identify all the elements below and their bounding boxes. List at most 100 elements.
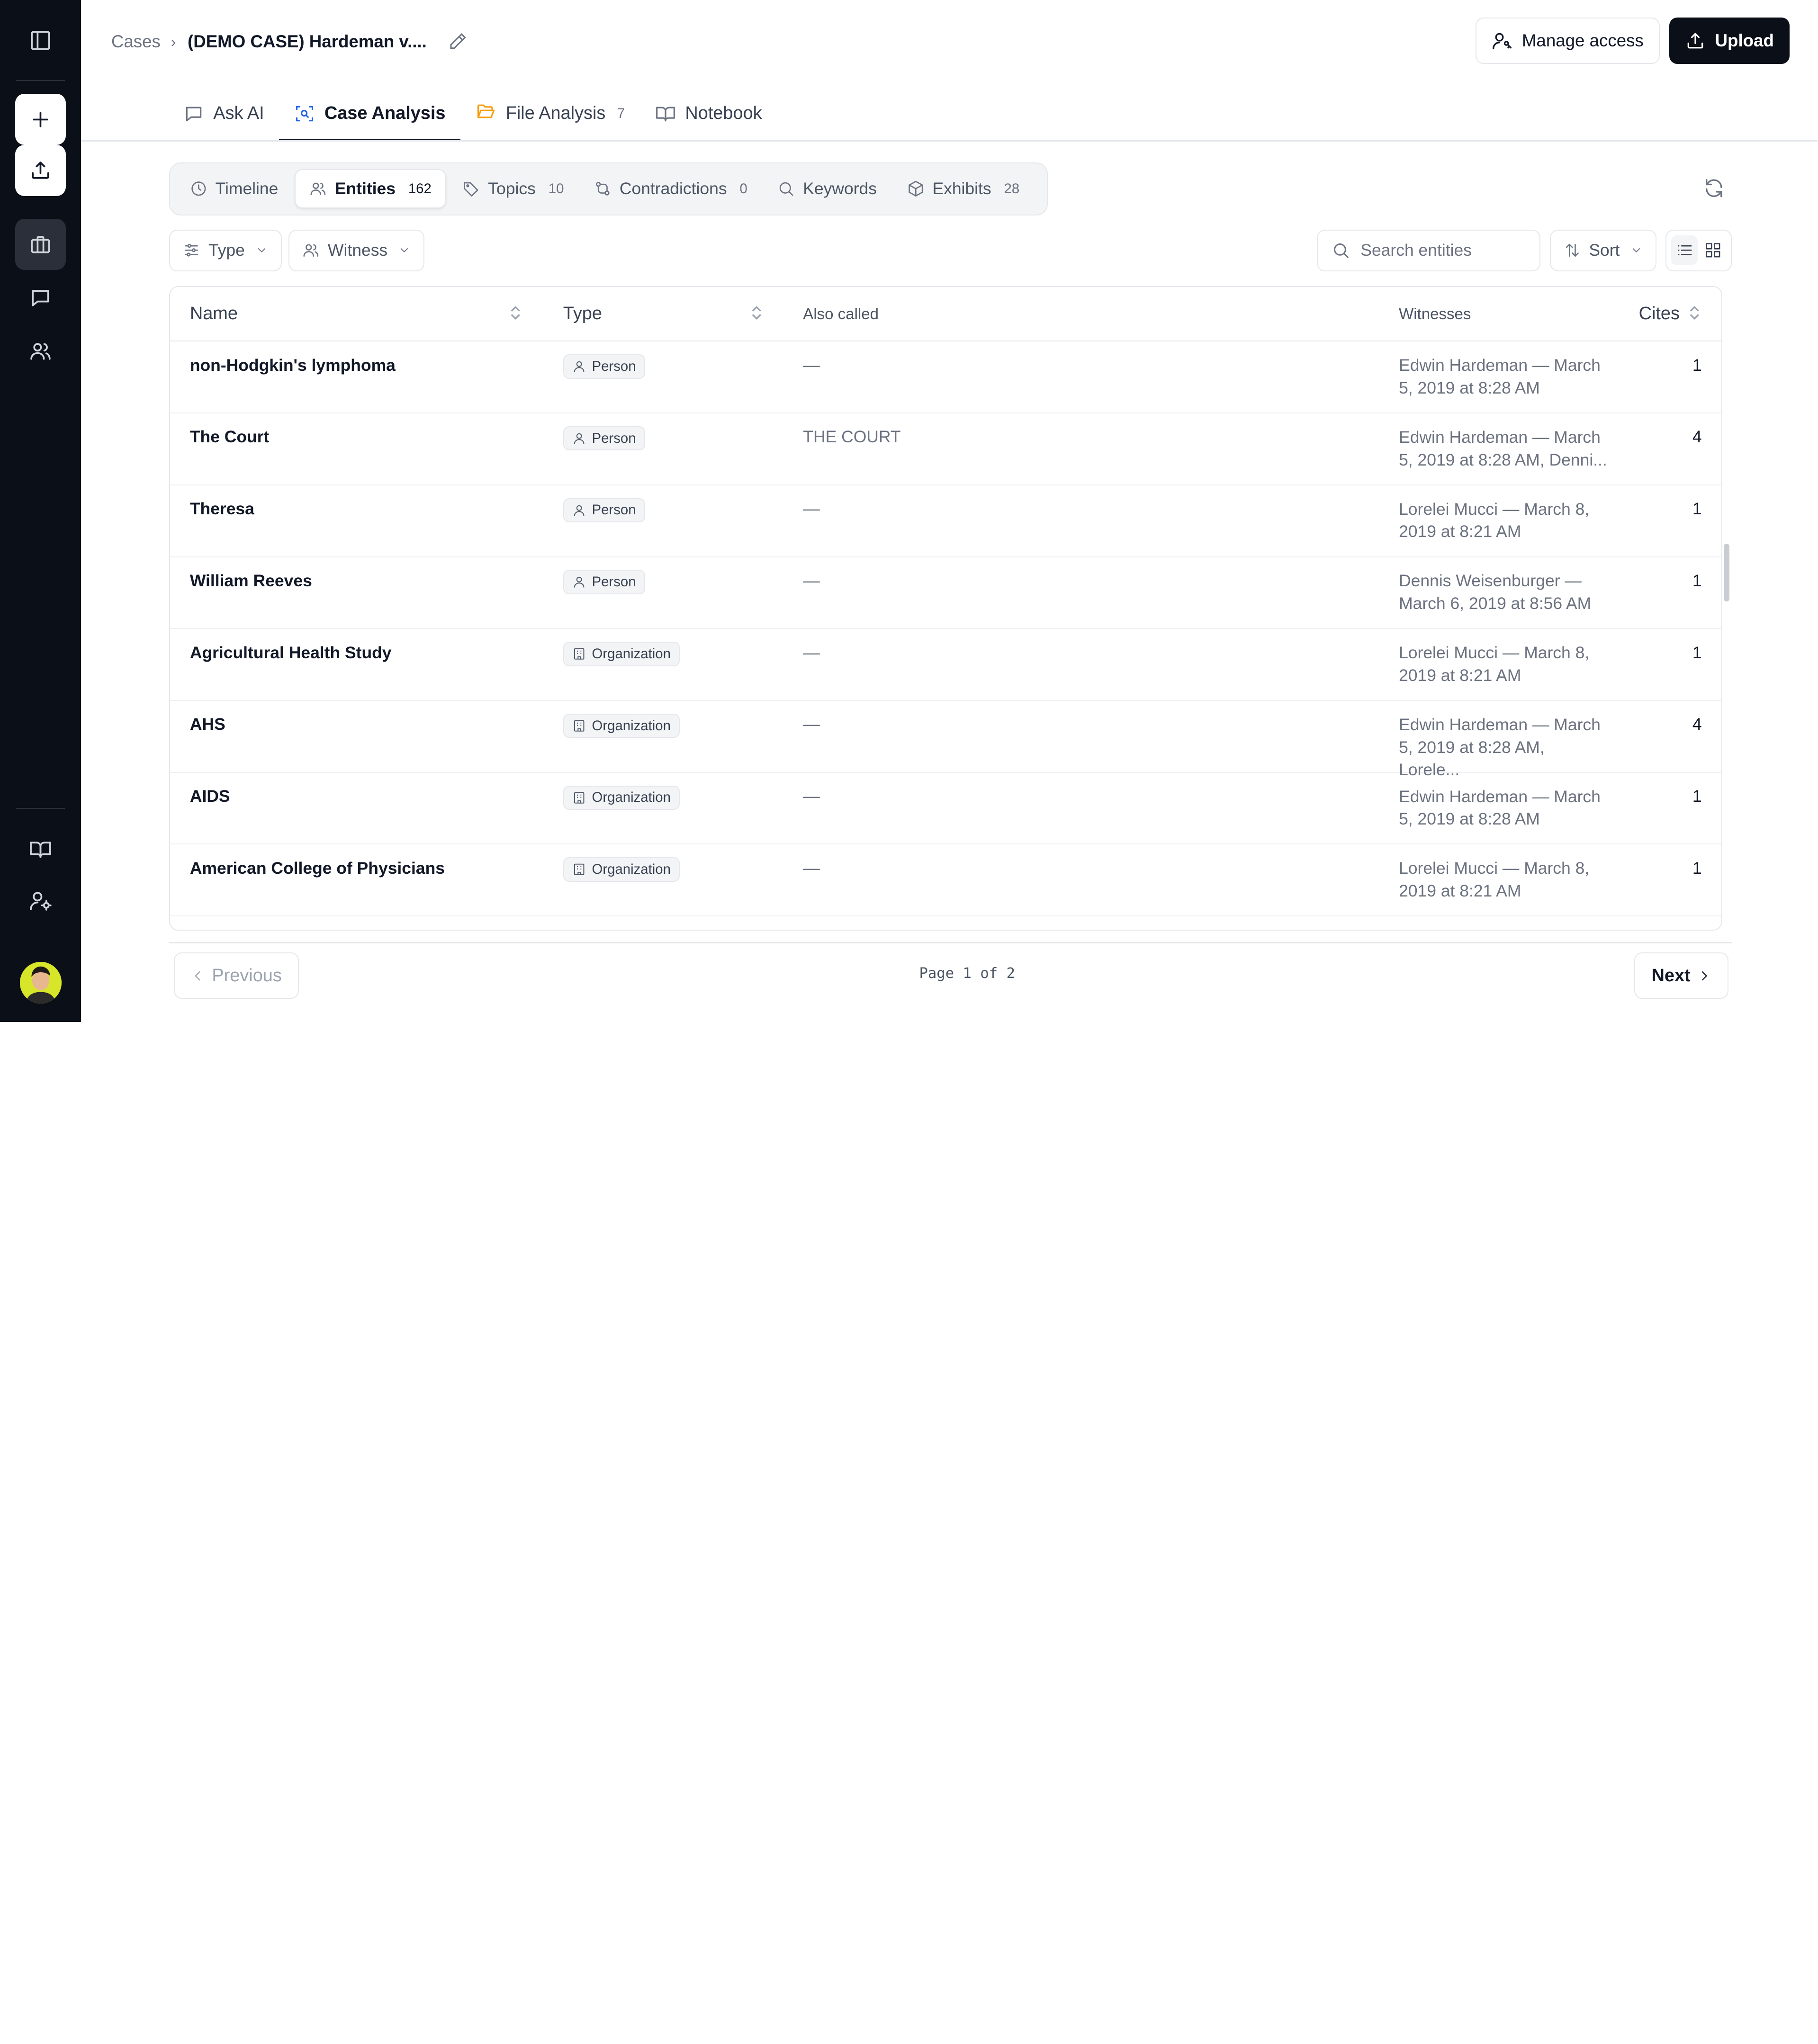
entity-name[interactable]: AIDS — [190, 787, 230, 806]
search-entities-input[interactable] — [1360, 241, 1523, 260]
type-filter-button[interactable]: Type — [169, 229, 282, 271]
users-icon — [303, 244, 319, 257]
entity-witnesses: Lorelei Mucci — March 8, 2019 at 8:21 AM — [1399, 643, 1590, 685]
entity-name[interactable]: William Reeves — [190, 571, 312, 591]
chevron-right-icon — [1702, 971, 1708, 981]
arrow-up-down-icon — [1566, 244, 1579, 257]
subtab-timeline-label: Timeline — [215, 179, 279, 198]
table-row[interactable]: American College of Physicians Organizati… — [170, 844, 1722, 917]
subtab-contradictions-label: Contradictions — [619, 179, 727, 198]
app-root: Cases › (DEMO CASE) Hardeman v.... Manag… — [0, 0, 1818, 1022]
folder-open-icon — [476, 101, 496, 126]
subtab-entities[interactable]: Entities 162 — [294, 169, 447, 209]
tab-ask-ai-label: Ask AI — [213, 103, 264, 124]
sort-name-icon[interactable] — [510, 304, 521, 322]
table-row[interactable]: William Reeves Person — Dennis Weisenburger… — [170, 557, 1722, 629]
witness-filter-button[interactable]: Witness — [288, 229, 424, 271]
user-avatar[interactable] — [19, 962, 62, 1004]
toggle-sidebar-icon[interactable] — [15, 15, 66, 66]
people-nav-button[interactable] — [15, 326, 66, 377]
column-header-cites[interactable]: Cites — [1639, 287, 1680, 341]
chevron-right-icon: › — [171, 33, 176, 50]
table-row[interactable]: AIDS Organization — Edwin Hardeman — March … — [170, 773, 1722, 845]
edit-title-icon[interactable] — [448, 32, 468, 52]
tab-file-analysis[interactable]: File Analysis 7 — [460, 86, 640, 141]
sort-type-icon[interactable] — [751, 304, 762, 322]
entity-witnesses: Edwin Hardeman — March 5, 2019 at 8:28 A… — [1399, 787, 1601, 829]
next-page-button[interactable]: Next — [1634, 952, 1728, 999]
tab-notebook[interactable]: Notebook — [640, 86, 777, 141]
rail-upload-button[interactable] — [15, 144, 66, 196]
user-icon — [572, 503, 586, 517]
breadcrumb-case-title: (DEMO CASE) Hardeman v.... — [187, 32, 427, 52]
table-row[interactable]: non-Hodgkin's lymphoma Person — Edwin Harde… — [170, 341, 1722, 414]
upload-icon — [1687, 33, 1703, 48]
cases-nav-button[interactable] — [15, 219, 66, 270]
subtab-keywords-label: Keywords — [803, 179, 877, 198]
entity-name[interactable]: Agricultural Health Study — [190, 643, 392, 663]
entity-cites: 1 — [1692, 643, 1702, 662]
column-header-type[interactable]: Type — [563, 287, 602, 341]
entity-witnesses: Edwin Hardeman — March 5, 2019 at 8:28 A… — [1399, 428, 1607, 469]
tab-ask-ai[interactable]: Ask AI — [168, 86, 279, 141]
subtab-contradictions[interactable]: Contradictions 0 — [580, 169, 762, 208]
subtab-timeline[interactable]: Timeline — [176, 169, 292, 208]
entity-also-called: — — [803, 786, 820, 806]
subtab-keywords[interactable]: Keywords — [764, 169, 891, 208]
entity-name[interactable]: AHS — [190, 715, 225, 734]
user-icon — [572, 431, 586, 445]
entity-name[interactable]: non-Hodgkin's lymphoma — [190, 356, 396, 375]
chevron-left-icon — [195, 971, 200, 981]
previous-page-button[interactable]: Previous — [174, 952, 299, 999]
entity-type-badge: Person — [563, 498, 645, 523]
sort-cites-icon[interactable] — [1689, 304, 1700, 322]
entity-name[interactable]: The Court — [190, 427, 269, 447]
chats-nav-button[interactable] — [15, 272, 66, 323]
entity-witnesses: Lorelei Mucci — March 8, 2019 at 8:21 AM — [1399, 859, 1590, 900]
message-square-icon — [186, 107, 201, 122]
user-settings-nav-button[interactable] — [15, 875, 66, 926]
docs-nav-button[interactable] — [15, 824, 66, 875]
grid-view-button[interactable] — [1700, 235, 1726, 266]
list-view-button[interactable] — [1671, 235, 1698, 266]
table-scrollbar-thumb[interactable] — [1723, 543, 1729, 601]
table-row[interactable]: Agricultural Health Study Organization — Lo… — [170, 629, 1722, 701]
new-case-button[interactable] — [15, 94, 66, 145]
entity-name[interactable]: American College of Physicians — [190, 859, 445, 878]
entity-type-cell: Organization — [563, 642, 680, 666]
entity-name[interactable]: Theresa — [190, 499, 254, 519]
chevron-down-icon — [400, 248, 408, 252]
column-header-name[interactable]: Name — [190, 287, 238, 341]
user-cog-icon — [30, 892, 52, 911]
tab-notebook-label: Notebook — [685, 103, 762, 124]
table-scrollbar[interactable] — [1722, 288, 1732, 928]
table-row[interactable]: The Court Person THE COURT Edwin Hardeman —… — [170, 413, 1722, 485]
main-tabs: Ask AI Case Analysis File Analysis 7 Not… — [168, 86, 777, 142]
subtab-entities-label: Entities — [334, 179, 396, 198]
subtab-topics-count: 10 — [548, 180, 564, 197]
entity-type-badge: Organization — [563, 857, 680, 882]
table-row[interactable]: Theresa Person — Lorelei Mucci — March 8, 2… — [170, 485, 1722, 557]
subtab-exhibits[interactable]: Exhibits 28 — [893, 169, 1033, 208]
entity-cites: 1 — [1692, 499, 1702, 519]
building-icon — [572, 791, 586, 805]
tab-file-analysis-label: File Analysis — [505, 103, 606, 124]
tab-case-analysis-label: Case Analysis — [324, 103, 446, 124]
table-row[interactable]: AHS Organization — Edwin Hardeman — March 5… — [170, 701, 1722, 779]
manage-access-button[interactable]: Manage access — [1476, 17, 1660, 64]
column-header-also-called: Also called — [803, 305, 879, 323]
upload-button[interactable]: Upload — [1669, 17, 1790, 64]
entity-cites: 4 — [1692, 715, 1702, 734]
users-icon — [30, 343, 51, 360]
refresh-icon[interactable] — [1703, 177, 1725, 199]
breadcrumb-cases-link[interactable]: Cases — [111, 32, 161, 52]
subtab-topics[interactable]: Topics 10 — [449, 169, 578, 208]
sort-button[interactable]: Sort — [1549, 229, 1657, 271]
chevron-down-icon — [258, 248, 266, 252]
book-open-icon — [656, 107, 675, 122]
list-icon — [1677, 245, 1692, 256]
clock-icon — [191, 181, 206, 196]
entity-also-called: — — [803, 643, 820, 662]
tabs-divider — [81, 140, 1818, 142]
tab-case-analysis[interactable]: Case Analysis — [279, 86, 461, 142]
